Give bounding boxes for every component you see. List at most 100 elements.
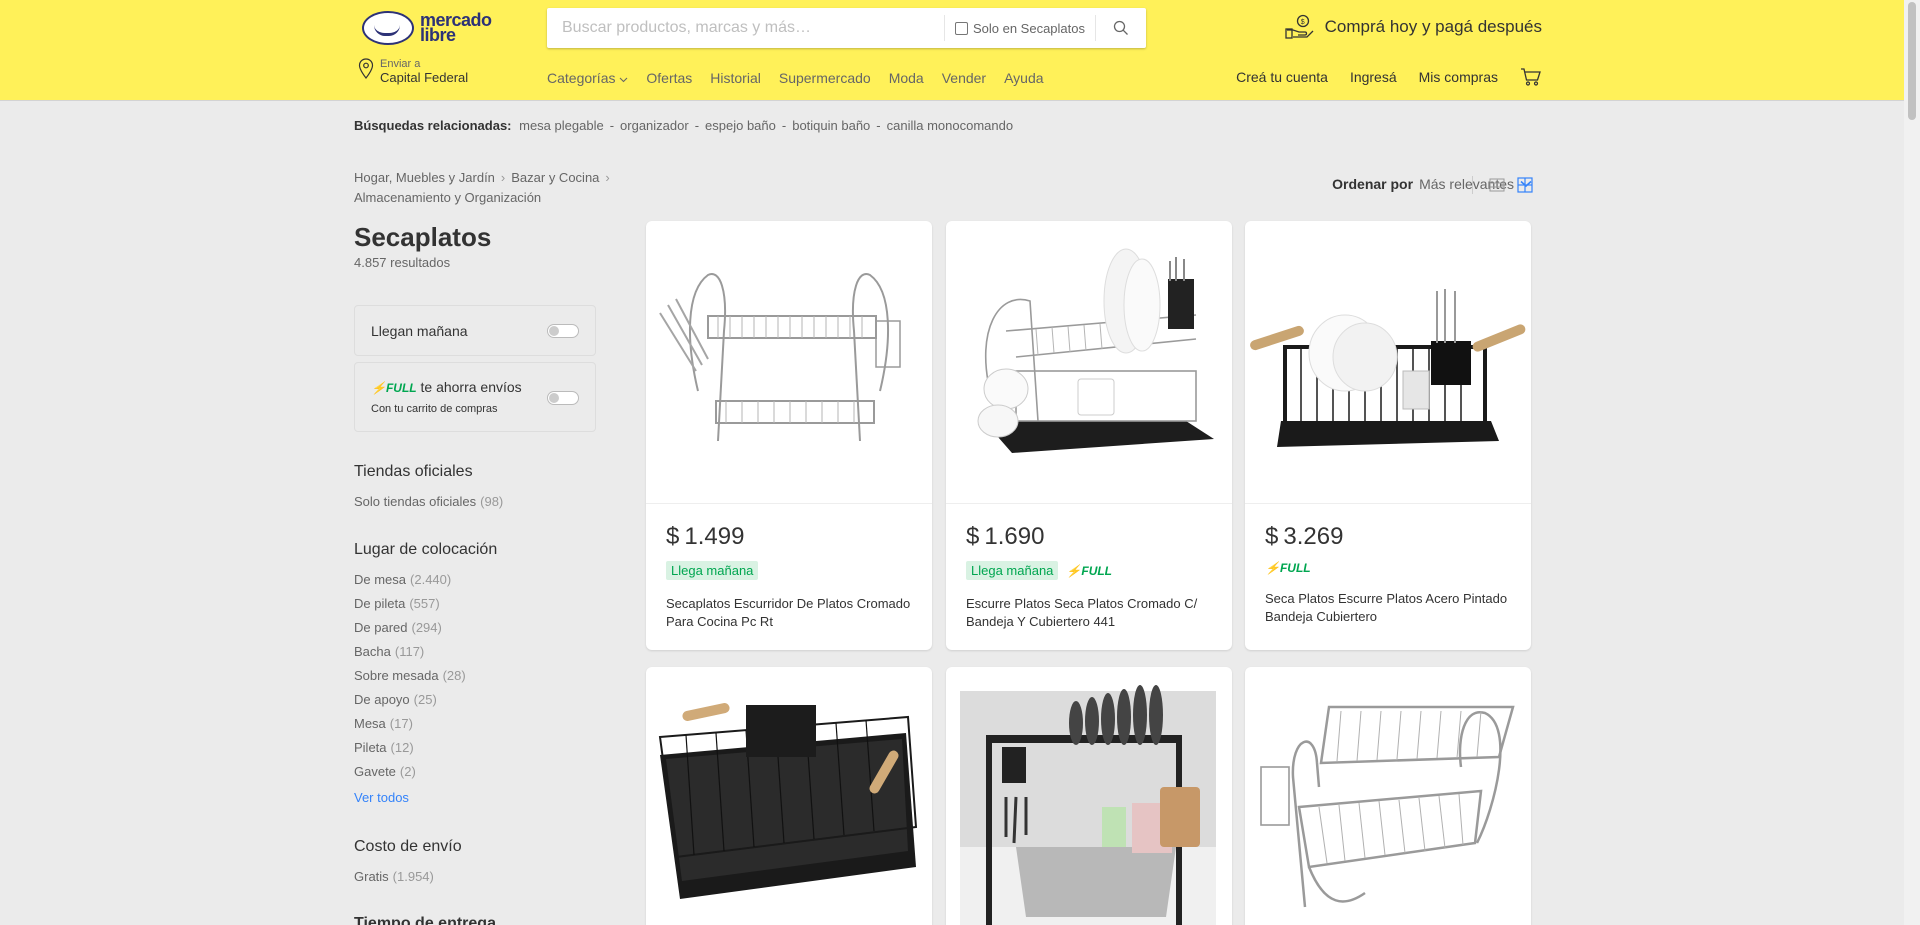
product-image[interactable] — [946, 667, 1232, 925]
product-image[interactable] — [946, 221, 1232, 504]
main-nav: Categorías Ofertas Historial Supermercad… — [547, 70, 1044, 86]
nav-ofertas[interactable]: Ofertas — [646, 70, 692, 86]
product-card[interactable] — [1245, 667, 1531, 925]
chevron-down-icon — [619, 77, 628, 83]
filter-option[interactable]: De pared (294) — [354, 620, 442, 635]
related-item[interactable]: canilla monocomando — [887, 118, 1013, 133]
location-label: Enviar a — [380, 58, 421, 70]
filter-option-count: (2.440) — [410, 572, 452, 587]
filter-option[interactable]: De apoyo (25) — [354, 692, 437, 707]
checkbox-icon[interactable] — [954, 21, 968, 35]
header: mercado libre Solo en Secaplatos $ Compr… — [0, 0, 1904, 100]
full-toggle[interactable] — [547, 391, 579, 405]
price-currency: $ — [666, 523, 680, 550]
related-item[interactable]: espejo baño — [705, 118, 776, 133]
search-bar: Solo en Secaplatos — [547, 8, 1146, 48]
price-amount: 1.690 — [984, 523, 1045, 550]
product-card[interactable]: $1.690 Llega mañana ⚡FULL Escurre Platos… — [946, 221, 1232, 650]
llegan-manana-toggle[interactable] — [547, 324, 579, 338]
filter-option-label: De pared — [354, 620, 408, 635]
filter-option[interactable]: Pileta (12) — [354, 740, 414, 755]
price-currency: $ — [966, 523, 980, 550]
filter-option-label: Sobre mesada — [354, 668, 439, 683]
see-all-link[interactable]: Ver todos — [354, 790, 409, 805]
mercadolibre-logo[interactable]: mercado libre — [362, 10, 498, 46]
list-view-icon[interactable] — [1489, 178, 1505, 192]
product-title[interactable]: Escurre Platos Seca Platos Cromado C/ Ba… — [966, 595, 1216, 631]
filter-option[interactable]: De mesa (2.440) — [354, 572, 451, 587]
product-badges: ⚡FULL — [1265, 561, 1311, 575]
product-card[interactable]: $3.269 ⚡FULL Seca Platos Escurre Platos … — [1245, 221, 1531, 650]
results-count: 4.857 resultados — [354, 255, 451, 270]
filter-full[interactable]: ⚡FULL te ahorra envíos Con tu carrito de… — [354, 362, 596, 432]
related-separator: - — [876, 118, 881, 133]
arrives-tomorrow-badge: Llega mañana — [666, 561, 759, 580]
nav-vender[interactable]: Vender — [942, 70, 986, 86]
product-image[interactable] — [1245, 221, 1531, 504]
filter-option[interactable]: De pileta (557) — [354, 596, 440, 611]
filter-option[interactable]: Gratis (1.954) — [354, 869, 434, 884]
nav-categorias[interactable]: Categorías — [547, 70, 628, 86]
scrollbar-thumb[interactable] — [1908, 2, 1916, 120]
svg-text:$: $ — [1300, 19, 1304, 26]
search-input[interactable] — [547, 8, 944, 48]
filter-option[interactable]: Bacha (117) — [354, 644, 424, 659]
filter-option-count: (557) — [409, 596, 440, 611]
view-divider — [1472, 176, 1473, 194]
location-selector[interactable]: Enviar a Capital Federal — [358, 58, 468, 86]
product-image[interactable] — [1245, 667, 1531, 925]
nav-supermercado[interactable]: Supermercado — [779, 70, 871, 86]
product-image[interactable] — [646, 221, 932, 504]
product-title[interactable]: Secaplatos Escurridor De Platos Cromado … — [666, 595, 916, 631]
delivery-time-title: Tiempo de entrega — [354, 915, 496, 925]
nav-historial[interactable]: Historial — [710, 70, 761, 86]
product-price: $1.690 — [966, 523, 1044, 551]
filter-option-label: Gavete — [354, 764, 396, 779]
grid-view-icon[interactable] — [1517, 177, 1533, 193]
dish-rack-image — [1260, 705, 1515, 908]
cart-icon[interactable] — [1520, 68, 1542, 86]
nav-moda[interactable]: Moda — [889, 70, 924, 86]
related-item[interactable]: mesa plegable — [519, 118, 604, 133]
related-item[interactable]: organizador — [620, 118, 689, 133]
breadcrumb-item[interactable]: Almacenamiento y Organización — [354, 190, 541, 205]
product-card[interactable]: $1.499 Llega mañana Secaplatos Escurrido… — [646, 221, 932, 650]
related-separator: - — [609, 118, 615, 133]
search-icon — [1113, 20, 1128, 35]
filter-option-count: (117) — [394, 644, 425, 659]
product-price: $3.269 — [1265, 523, 1343, 551]
nav-ayuda[interactable]: Ayuda — [1004, 70, 1043, 86]
filter-option-label: Bacha — [354, 644, 391, 659]
create-account-link[interactable]: Creá tu cuenta — [1236, 69, 1328, 85]
filter-option-label: De mesa — [354, 572, 407, 587]
my-purchases-link[interactable]: Mis compras — [1419, 69, 1498, 85]
filter-option[interactable]: Mesa (17) — [354, 716, 413, 731]
filter-option-count: (294) — [411, 620, 442, 635]
filter-option-label: Mesa — [354, 716, 386, 731]
filter-option-label: Solo tiendas oficiales — [354, 494, 477, 509]
product-image[interactable] — [646, 667, 932, 925]
product-title[interactable]: Seca Platos Escurre Platos Acero Pintado… — [1265, 590, 1515, 626]
product-card[interactable] — [646, 667, 932, 925]
breadcrumb-item[interactable]: Hogar, Muebles y Jardín — [354, 170, 495, 185]
login-link[interactable]: Ingresá — [1350, 69, 1397, 85]
filter-llegan-manana[interactable]: Llegan mañana — [354, 305, 596, 356]
search-button[interactable] — [1096, 8, 1146, 48]
related-searches: Búsquedas relacionadas: mesa plegable - or… — [354, 118, 1013, 133]
filter-option[interactable]: Gavete (2) — [354, 764, 416, 779]
search-only-checkbox[interactable]: Solo en Secaplatos — [945, 21, 1095, 36]
full-badge: ⚡FULL — [371, 381, 417, 395]
filter-option-label: De pileta — [354, 596, 406, 611]
promo-text: Comprá hoy y pagá después — [1324, 17, 1542, 36]
related-item[interactable]: botiquin baño — [792, 118, 870, 133]
filter-full-label: ⚡FULL te ahorra envíos — [371, 379, 522, 395]
product-card[interactable] — [946, 667, 1232, 925]
price-currency: $ — [1265, 523, 1279, 550]
breadcrumb-item[interactable]: Bazar y Cocina — [511, 170, 599, 185]
arrives-tomorrow-badge: Llega mañana — [966, 561, 1059, 580]
dish-rack-image — [977, 248, 1214, 453]
filter-option[interactable]: Sobre mesada (28) — [354, 668, 466, 683]
page-scrollbar[interactable] — [1904, 0, 1920, 925]
filter-option[interactable]: Solo tiendas oficiales (98) — [354, 494, 503, 509]
promo-banner[interactable]: $ Comprá hoy y pagá después — [1284, 14, 1542, 40]
